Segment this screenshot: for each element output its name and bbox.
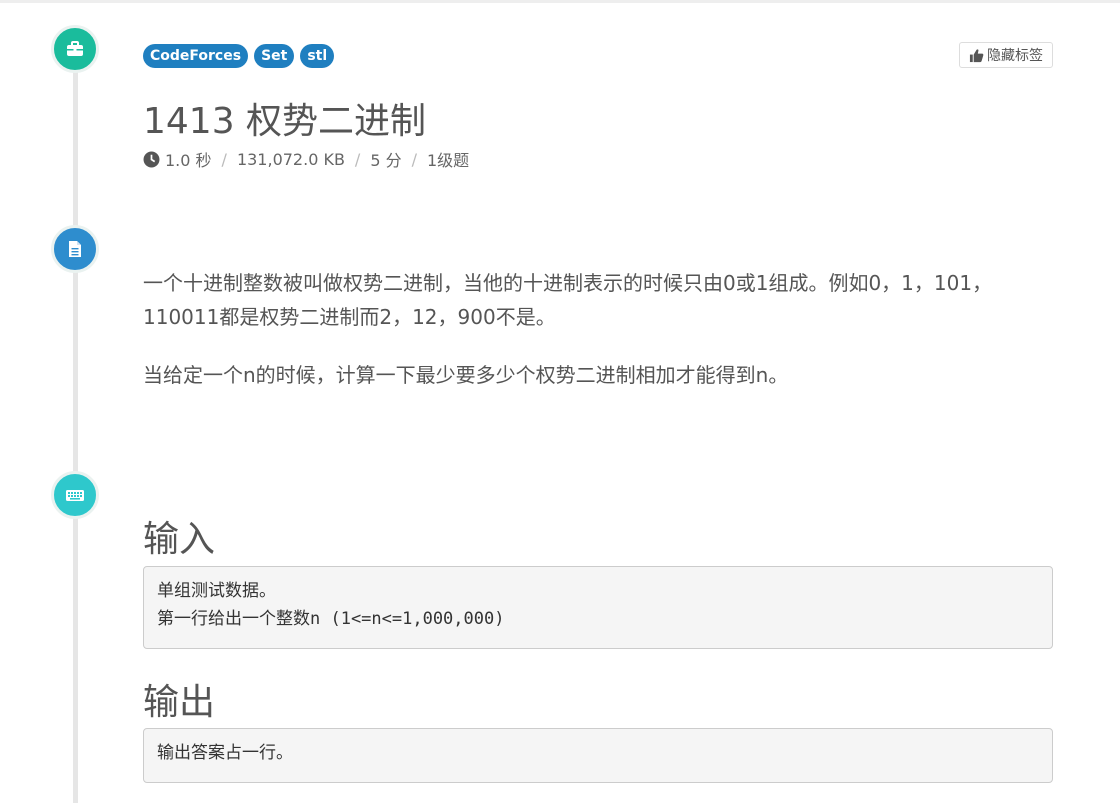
document-icon — [69, 241, 81, 257]
briefcase-icon — [67, 41, 83, 56]
separator: / — [354, 149, 361, 169]
memory-limit: 131,072.0 KB — [236, 149, 345, 169]
timeline-node-io — [51, 471, 99, 519]
output-heading: 输出 — [143, 682, 216, 723]
tag-codeforces[interactable]: CodeForces — [143, 44, 249, 68]
hide-tags-label: 隐藏标签 — [987, 48, 1043, 64]
score: 5 分 — [370, 151, 402, 170]
time-limit: 1.0 秒 — [165, 151, 212, 170]
thumbs-up-icon — [969, 48, 984, 62]
separator: / — [221, 149, 227, 169]
description-paragraph: 当给定一个n的时候，计算一下最少要多少个权势二进制相加才能得到n。 — [143, 363, 789, 387]
timeline-node-description — [51, 225, 99, 273]
output-spec-box: 输出答案占一行。 — [143, 728, 1053, 783]
clock-icon — [143, 151, 160, 167]
output-line: 输出答案占一行。 — [157, 743, 293, 763]
problem-description: 一个十进制整数被叫做权势二进制，当他的十进制表示的时候只由0或1组成。例如0，1… — [143, 266, 1043, 392]
problem-title: 1413 权势二进制 — [143, 101, 427, 142]
problem-meta: 1.0 秒 / 131,072.0 KB / 5 分 / 1级题 — [143, 147, 469, 171]
input-line: 单组测试数据。 — [157, 581, 276, 601]
input-line: 第一行给出一个整数n (1<=n<=1,000,000) — [157, 609, 505, 629]
tag-list: CodeForces Set stl — [143, 44, 335, 68]
input-heading: 输入 — [143, 519, 216, 560]
hide-tags-button[interactable]: 隐藏标签 — [959, 42, 1053, 68]
timeline-node-info — [51, 25, 99, 73]
separator: / — [411, 149, 417, 169]
timeline-line — [73, 45, 78, 803]
input-spec-box: 单组测试数据。 第一行给出一个整数n (1<=n<=1,000,000) — [143, 566, 1053, 649]
difficulty-level: 1级题 — [426, 151, 470, 170]
tag-stl[interactable]: stl — [300, 44, 335, 68]
description-paragraph: 一个十进制整数被叫做权势二进制，当他的十进制表示的时候只由0或1组成。例如0，1… — [143, 271, 993, 329]
top-border — [0, 0, 1120, 3]
keyboard-icon — [66, 490, 84, 501]
tag-set[interactable]: Set — [254, 44, 295, 68]
